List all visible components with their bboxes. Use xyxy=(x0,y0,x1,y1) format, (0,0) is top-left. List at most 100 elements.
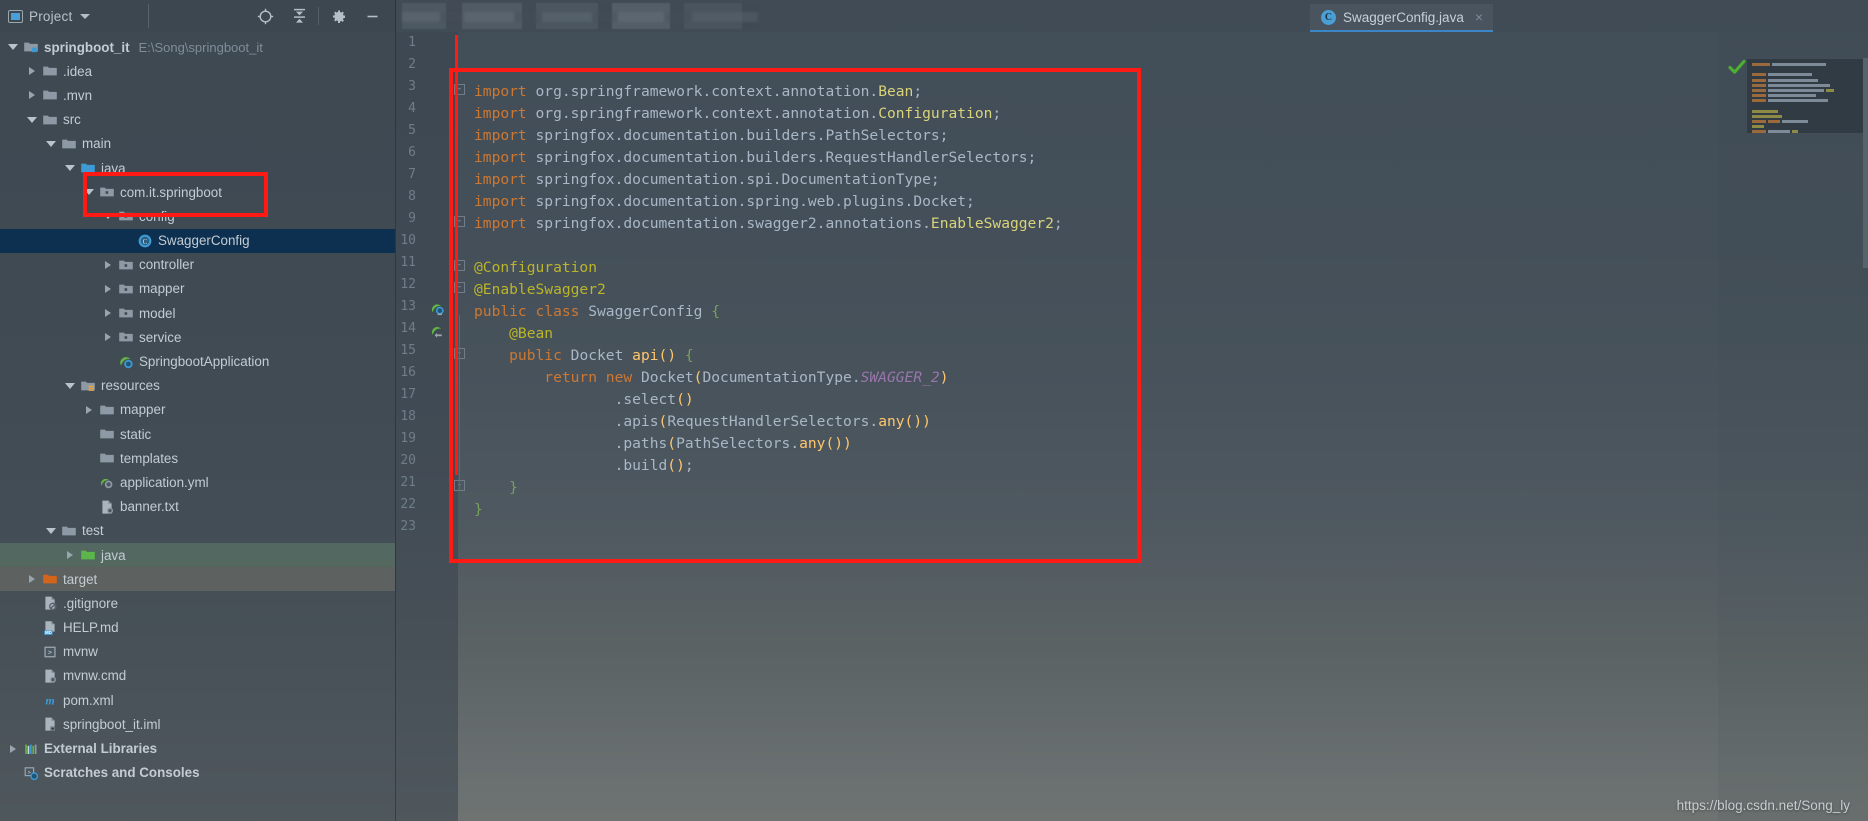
code-token: Docket xyxy=(640,369,694,386)
sidebar-item-target-folder[interactable]: target xyxy=(0,567,395,592)
chevron-right-icon[interactable] xyxy=(101,309,114,318)
project-tree[interactable]: springboot_it E:\Song\springboot_it .idea.… xyxy=(0,32,396,821)
chevron-right-icon[interactable] xyxy=(63,551,76,560)
sidebar-item-package-service[interactable]: service xyxy=(0,325,395,349)
sidebar-item-file-banner-txt[interactable]: banner.txt xyxy=(0,495,395,519)
sidebar-item-label: mvnw xyxy=(63,644,98,660)
chevron-right-icon[interactable] xyxy=(25,67,38,76)
sidebar-item-label: target xyxy=(63,571,98,587)
chevron-right-icon[interactable] xyxy=(6,744,19,753)
sidebar-item-package-model[interactable]: model xyxy=(0,301,395,325)
sidebar-item-label: SwaggerConfig xyxy=(158,233,250,249)
editor-gutter[interactable]: 1 2 3 4 5 6 7 8 9 10 11 12 13 14 15 16 17 18 19 20 21 22 23- - -… xyxy=(396,32,465,821)
sidebar-item-package-mapper[interactable]: mapper xyxy=(0,277,395,301)
code-line[interactable]: } xyxy=(474,497,483,523)
chevron-down-icon[interactable] xyxy=(80,13,91,19)
chevron-down-icon[interactable] xyxy=(44,527,57,534)
sidebar-item-package-config[interactable]: config xyxy=(0,204,395,228)
sidebar-item-scratches-and-consoles[interactable]: > Scratches and Consoles xyxy=(0,761,395,785)
sidebar-item-java-source-folder[interactable]: java xyxy=(0,156,395,180)
sidebar-item-test-folder[interactable]: test xyxy=(0,519,395,543)
sidebar-item-label: src xyxy=(63,112,81,128)
sidebar-item-label: application.yml xyxy=(120,474,209,490)
code-token: springfox.documentation.builders.PathSel… xyxy=(535,127,949,144)
chevron-down-icon[interactable] xyxy=(44,140,57,147)
chevron-down-icon[interactable] xyxy=(6,44,19,51)
sidebar-item-label: mapper xyxy=(120,402,166,418)
gear-icon[interactable] xyxy=(321,1,355,31)
line-number: 22 xyxy=(400,497,416,512)
chevron-down-icon[interactable] xyxy=(63,165,76,172)
sidebar-item-file-help-md[interactable]: MD HELP.md xyxy=(0,616,395,640)
close-icon[interactable]: × xyxy=(1475,10,1483,24)
locate-file-icon[interactable] xyxy=(248,1,282,31)
chevron-down-icon[interactable] xyxy=(63,382,76,389)
sidebar-item-class-springbootapplication[interactable]: SpringbootApplication xyxy=(0,349,395,373)
sidebar-item-label: .gitignore xyxy=(63,595,119,611)
svg-text:m: m xyxy=(45,694,54,708)
sidebar-item-package-controller[interactable]: controller xyxy=(0,253,395,277)
sidebar-item-resources-mapper-folder[interactable]: mapper xyxy=(0,398,395,422)
sidebar-item-label: pom.xml xyxy=(63,692,114,708)
sidebar-item-label: config xyxy=(139,208,175,224)
sidebar-item-label: model xyxy=(139,305,176,321)
code-editor[interactable]: 1 2 3 4 5 6 7 8 9 10 11 12 13 14 15 16 17 18 19 20 21 22 23- - -… xyxy=(396,32,1718,821)
chevron-right-icon[interactable] xyxy=(101,284,114,293)
sidebar-item-resources-folder[interactable]: resources xyxy=(0,374,395,398)
sidebar-item-file-mvnw-cmd[interactable]: mvnw.cmd xyxy=(0,664,395,688)
code-token: DocumentationType. xyxy=(702,369,861,386)
sidebar-item-package-com-it-springboot[interactable]: com.it.springboot xyxy=(0,180,395,204)
spring-bean-navigate-gutter-icon[interactable] xyxy=(430,323,448,341)
collapse-all-icon[interactable] xyxy=(282,1,316,31)
chevron-right-icon[interactable] xyxy=(25,575,38,584)
sidebar-item-static-folder[interactable]: static xyxy=(0,422,395,446)
chevron-right-icon[interactable] xyxy=(101,260,114,269)
chevron-right-icon[interactable] xyxy=(101,333,114,342)
line-number: 15 xyxy=(400,343,416,358)
code-token: () xyxy=(904,413,923,430)
sidebar-item-file-mvnw[interactable]: > mvnw xyxy=(0,640,395,664)
code-line[interactable]: import springfox.documentation.swagger2.… xyxy=(474,211,1063,237)
sidebar-item-label: .idea xyxy=(63,63,93,79)
tab-swaggerconfig-java[interactable]: C SwaggerConfig.java × xyxy=(1310,4,1494,32)
chevron-down-icon[interactable] xyxy=(25,116,38,123)
project-tool-window-header: Project xyxy=(0,0,396,32)
code-token: RequestHandlerSelectors. xyxy=(667,413,879,430)
code-token: PathSelectors. xyxy=(676,435,800,452)
code-minimap[interactable] xyxy=(1746,58,1864,134)
editor-right-rail xyxy=(1718,32,1868,821)
sidebar-item-test-java-folder[interactable]: java xyxy=(0,542,395,568)
inspection-ok-icon[interactable] xyxy=(1728,58,1746,81)
sidebar-item-file-gitignore[interactable]: .gitignore xyxy=(0,591,395,615)
sidebar-item-mvn-folder[interactable]: .mvn xyxy=(0,83,395,107)
sidebar-item-main-folder[interactable]: main xyxy=(0,132,395,156)
toolbar-separator xyxy=(318,7,319,25)
code-text-area[interactable]: import org.springframework.context.annot… xyxy=(458,32,1718,821)
sidebar-item-idea-folder[interactable]: .idea xyxy=(0,59,395,83)
sidebar-item-class-swaggerconfig[interactable]: C SwaggerConfig xyxy=(0,228,395,253)
chevron-right-icon[interactable] xyxy=(25,91,38,100)
sidebar-item-label: com.it.springboot xyxy=(120,184,222,200)
sidebar-item-project-root[interactable]: springboot_it E:\Song\springboot_it xyxy=(0,35,395,59)
vertical-scrollbar[interactable] xyxy=(1863,58,1868,268)
chevron-right-icon[interactable] xyxy=(82,405,95,414)
line-number: 11 xyxy=(400,255,416,270)
sidebar-item-templates-folder[interactable]: templates xyxy=(0,446,395,470)
chevron-down-icon[interactable] xyxy=(82,189,95,196)
sidebar-item-external-libraries[interactable]: External Libraries xyxy=(0,736,395,760)
minimap-line xyxy=(1752,78,1858,82)
watermark: https://blog.csdn.net/Song_ly xyxy=(1676,798,1850,813)
sidebar-item-file-application-yml[interactable]: application.yml xyxy=(0,470,395,494)
hide-tool-window-icon[interactable] xyxy=(355,1,389,31)
gitignore-icon xyxy=(41,595,58,611)
sidebar-item-file-iml[interactable]: springboot_it.iml xyxy=(0,712,395,736)
sidebar-item-label: SpringbootApplication xyxy=(139,354,270,370)
sidebar-item-label: main xyxy=(82,136,112,152)
code-token: } xyxy=(474,501,483,518)
chevron-down-icon[interactable] xyxy=(101,213,114,220)
code-token: ; xyxy=(913,83,923,100)
spring-bean-gutter-icon[interactable] xyxy=(430,301,448,319)
txt-icon xyxy=(98,499,115,515)
sidebar-item-src-folder[interactable]: src xyxy=(0,108,395,132)
sidebar-item-file-pom-xml[interactable]: m pom.xml xyxy=(0,688,395,712)
